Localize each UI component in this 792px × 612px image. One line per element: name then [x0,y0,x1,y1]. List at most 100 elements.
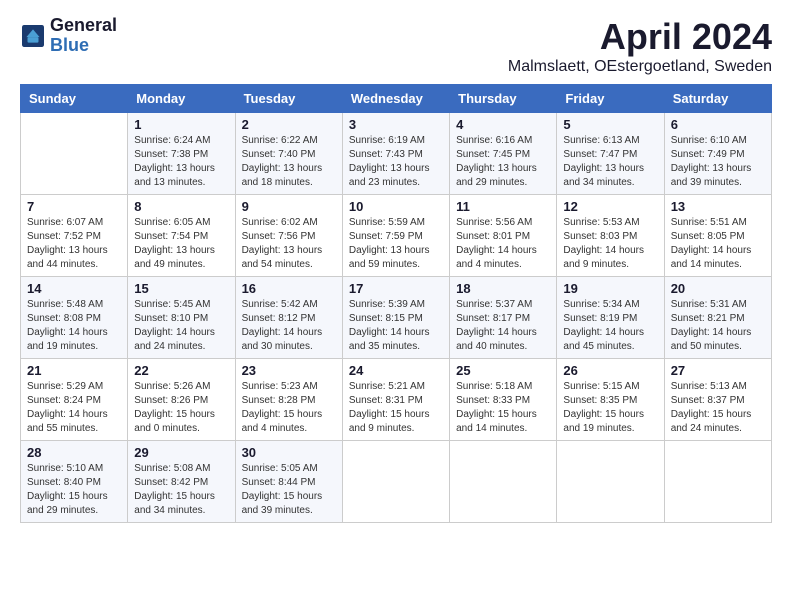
calendar-cell: 17 Sunrise: 5:39 AMSunset: 8:15 PMDayligh… [342,277,449,359]
day-info: Sunrise: 5:59 AMSunset: 7:59 PMDaylight:… [349,216,443,272]
calendar-cell: 23 Sunrise: 5:23 AMSunset: 8:28 PMDayligh… [235,359,342,441]
day-info: Sunrise: 5:08 AMSunset: 8:42 PMDaylight:… [134,462,228,518]
day-number: 2 [242,117,336,132]
day-number: 28 [27,445,121,460]
day-info: Sunrise: 5:13 AMSunset: 8:37 PMDaylight:… [671,380,765,436]
calendar-cell: 13 Sunrise: 5:51 AMSunset: 8:05 PMDayligh… [664,195,771,277]
calendar-week-row: 14Sunrise: 5:48 AMSunset: 8:08 PMDayligh… [21,277,772,359]
calendar-cell [342,441,449,523]
day-info: Sunrise: 5:48 AMSunset: 8:08 PMDaylight:… [27,298,121,354]
day-number: 19 [563,281,657,296]
day-number: 23 [242,363,336,378]
day-info: Sunrise: 5:42 AMSunset: 8:12 PMDaylight:… [242,298,336,354]
day-number: 6 [671,117,765,132]
calendar-header-row: SundayMondayTuesdayWednesdayThursdayFrid… [21,85,772,113]
calendar-cell: 6 Sunrise: 6:10 AMSunset: 7:49 PMDaylight… [664,113,771,195]
calendar-cell: 27 Sunrise: 5:13 AMSunset: 8:37 PMDayligh… [664,359,771,441]
day-info: Sunrise: 5:05 AMSunset: 8:44 PMDaylight:… [242,462,336,518]
calendar-cell: 7 Sunrise: 6:07 AMSunset: 7:52 PMDaylight… [21,195,128,277]
day-number: 30 [242,445,336,460]
day-number: 24 [349,363,443,378]
day-info: Sunrise: 6:22 AMSunset: 7:40 PMDaylight:… [242,134,336,190]
calendar-cell [450,441,557,523]
calendar-week-row: 28 Sunrise: 5:10 AMSunset: 8:40 PMDayligh… [21,441,772,523]
calendar-header-cell: Saturday [664,85,771,113]
day-number: 29 [134,445,228,460]
month-title: April 2024 [508,16,772,58]
calendar-cell [664,441,771,523]
day-info: Sunrise: 5:45 AMSunset: 8:10 PMDaylight:… [134,298,228,354]
day-info: Sunrise: 5:51 AMSunset: 8:05 PMDaylight:… [671,216,765,272]
day-info: Sunrise: 6:05 AMSunset: 7:54 PMDaylight:… [134,216,228,272]
calendar-cell: 25 Sunrise: 5:18 AMSunset: 8:33 PMDayligh… [450,359,557,441]
calendar-cell: 3 Sunrise: 6:19 AMSunset: 7:43 PMDaylight… [342,113,449,195]
day-info: Sunrise: 5:53 AMSunset: 8:03 PMDaylight:… [563,216,657,272]
day-number: 20 [671,281,765,296]
calendar-cell: 4 Sunrise: 6:16 AMSunset: 7:45 PMDaylight… [450,113,557,195]
logo-text: General Blue [50,16,117,56]
calendar-cell [21,113,128,195]
calendar-cell: 19 Sunrise: 5:34 AMSunset: 8:19 PMDayligh… [557,277,664,359]
calendar-cell: 29 Sunrise: 5:08 AMSunset: 8:42 PMDayligh… [128,441,235,523]
day-info: Sunrise: 5:39 AMSunset: 8:15 PMDaylight:… [349,298,443,354]
day-number: 25 [456,363,550,378]
day-number: 4 [456,117,550,132]
calendar-cell: 15Sunrise: 5:45 AMSunset: 8:10 PMDayligh… [128,277,235,359]
day-number: 18 [456,281,550,296]
calendar-header-cell: Tuesday [235,85,342,113]
day-info: Sunrise: 5:26 AMSunset: 8:26 PMDaylight:… [134,380,228,436]
calendar-cell: 20 Sunrise: 5:31 AMSunset: 8:21 PMDayligh… [664,277,771,359]
day-number: 3 [349,117,443,132]
title-block: April 2024 Malmslaett, OEstergoetland, S… [508,16,772,76]
day-info: Sunrise: 5:18 AMSunset: 8:33 PMDaylight:… [456,380,550,436]
calendar-cell: 18 Sunrise: 5:37 AMSunset: 8:17 PMDayligh… [450,277,557,359]
calendar-header-cell: Sunday [21,85,128,113]
calendar-cell: 30 Sunrise: 5:05 AMSunset: 8:44 PMDayligh… [235,441,342,523]
day-info: Sunrise: 5:56 AMSunset: 8:01 PMDaylight:… [456,216,550,272]
day-info: Sunrise: 5:21 AMSunset: 8:31 PMDaylight:… [349,380,443,436]
day-number: 9 [242,199,336,214]
day-info: Sunrise: 5:23 AMSunset: 8:28 PMDaylight:… [242,380,336,436]
calendar-cell: 22Sunrise: 5:26 AMSunset: 8:26 PMDayligh… [128,359,235,441]
day-number: 16 [242,281,336,296]
calendar-cell: 9 Sunrise: 6:02 AMSunset: 7:56 PMDaylight… [235,195,342,277]
day-number: 17 [349,281,443,296]
calendar-cell: 16 Sunrise: 5:42 AMSunset: 8:12 PMDayligh… [235,277,342,359]
day-number: 8 [134,199,228,214]
calendar-week-row: 1 Sunrise: 6:24 AMSunset: 7:38 PMDaylight… [21,113,772,195]
day-info: Sunrise: 6:24 AMSunset: 7:38 PMDaylight:… [134,134,228,190]
calendar-header-cell: Thursday [450,85,557,113]
day-info: Sunrise: 5:10 AMSunset: 8:40 PMDaylight:… [27,462,121,518]
day-number: 21 [27,363,121,378]
day-number: 1 [134,117,228,132]
day-info: Sunrise: 5:29 AMSunset: 8:24 PMDaylight:… [27,380,121,436]
day-info: Sunrise: 5:31 AMSunset: 8:21 PMDaylight:… [671,298,765,354]
day-info: Sunrise: 5:34 AMSunset: 8:19 PMDaylight:… [563,298,657,354]
day-number: 13 [671,199,765,214]
calendar-cell: 8 Sunrise: 6:05 AMSunset: 7:54 PMDaylight… [128,195,235,277]
day-number: 12 [563,199,657,214]
day-info: Sunrise: 6:02 AMSunset: 7:56 PMDaylight:… [242,216,336,272]
calendar-body: 1 Sunrise: 6:24 AMSunset: 7:38 PMDaylight… [21,113,772,523]
logo: General Blue [20,16,117,56]
day-info: Sunrise: 6:16 AMSunset: 7:45 PMDaylight:… [456,134,550,190]
day-info: Sunrise: 6:07 AMSunset: 7:52 PMDaylight:… [27,216,121,272]
day-info: Sunrise: 6:10 AMSunset: 7:49 PMDaylight:… [671,134,765,190]
calendar-cell: 24 Sunrise: 5:21 AMSunset: 8:31 PMDayligh… [342,359,449,441]
day-info: Sunrise: 5:15 AMSunset: 8:35 PMDaylight:… [563,380,657,436]
day-number: 5 [563,117,657,132]
day-info: Sunrise: 5:37 AMSunset: 8:17 PMDaylight:… [456,298,550,354]
page-header: General Blue April 2024 Malmslaett, OEst… [20,16,772,76]
calendar-week-row: 21 Sunrise: 5:29 AMSunset: 8:24 PMDayligh… [21,359,772,441]
logo-general: General [50,16,117,36]
day-info: Sunrise: 6:19 AMSunset: 7:43 PMDaylight:… [349,134,443,190]
calendar-cell: 26Sunrise: 5:15 AMSunset: 8:35 PMDayligh… [557,359,664,441]
calendar-cell: 10Sunrise: 5:59 AMSunset: 7:59 PMDayligh… [342,195,449,277]
calendar-cell: 28 Sunrise: 5:10 AMSunset: 8:40 PMDayligh… [21,441,128,523]
calendar-header-cell: Wednesday [342,85,449,113]
calendar-cell: 11Sunrise: 5:56 AMSunset: 8:01 PMDayligh… [450,195,557,277]
day-number: 27 [671,363,765,378]
calendar-cell [557,441,664,523]
day-number: 7 [27,199,121,214]
calendar-cell: 21 Sunrise: 5:29 AMSunset: 8:24 PMDayligh… [21,359,128,441]
